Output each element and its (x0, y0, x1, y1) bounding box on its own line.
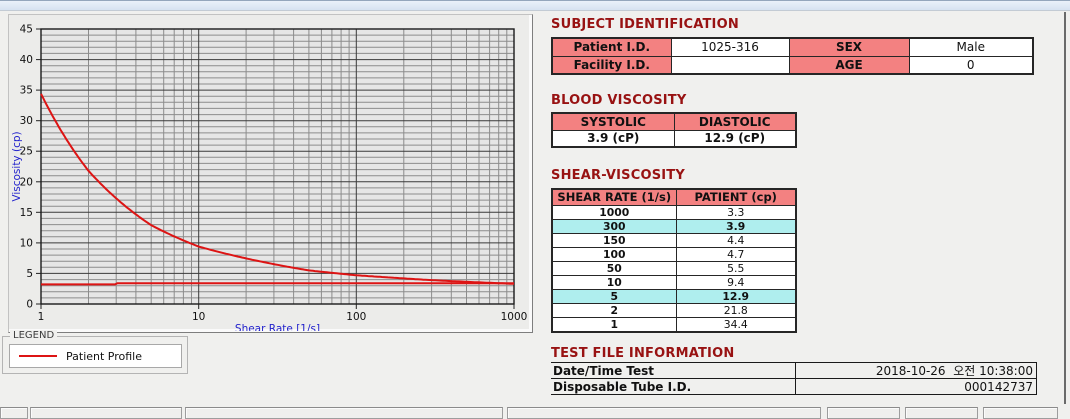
table-row: 3.9 (cP) 12.9 (cP) (552, 130, 796, 147)
patient-viscosity-cell: 34.4 (676, 317, 796, 332)
shear-table-row: 109.4 (552, 275, 796, 289)
blood-viscosity-table: SYSTOLIC DIASTOLIC 3.9 (cP) 12.9 (cP) (551, 112, 797, 148)
subject-identification-title: SUBJECT IDENTIFICATION (551, 17, 739, 32)
age-value: 0 (909, 56, 1033, 74)
status-panel (983, 407, 1058, 419)
shear-table-body: 10003.33003.91504.41004.7505.5109.4512.9… (552, 205, 796, 332)
age-label: AGE (789, 56, 909, 74)
table-row: Disposable Tube I.D. 000142737 (551, 379, 1037, 395)
legend-caption: LEGEND (10, 330, 57, 341)
shear-table-row: 221.8 (552, 303, 796, 317)
svg-text:30: 30 (20, 115, 33, 127)
date-time-test-value: 2018-10-26 오전 10:38:00 (795, 363, 1037, 378)
status-panel (507, 407, 821, 419)
shear-table-row: 505.5 (552, 261, 796, 275)
shear-table-row: 3003.9 (552, 219, 796, 233)
status-panel (30, 407, 182, 419)
svg-text:45: 45 (20, 24, 33, 36)
shear-rate-cell: 2 (552, 303, 676, 317)
patient-viscosity-cell: 4.7 (676, 247, 796, 261)
patient-viscosity-cell: 5.5 (676, 261, 796, 275)
patient-id-value: 1025-316 (671, 38, 789, 56)
patient-viscosity-cell: 9.4 (676, 275, 796, 289)
subject-identification-table: Patient I.D. 1025-316 SEX Male Facility … (551, 37, 1034, 75)
shear-rate-cell: 150 (552, 233, 676, 247)
diastolic-header: DIASTOLIC (674, 113, 796, 130)
status-panel (827, 407, 900, 419)
shear-rate-cell: 10 (552, 275, 676, 289)
legend-item: Patient Profile (9, 344, 182, 368)
systolic-header: SYSTOLIC (552, 113, 674, 130)
viscosity-chart-panel: 0510152025303540451101001000Shear Rate [… (8, 14, 533, 333)
patient-viscosity-cell: 3.3 (676, 205, 796, 219)
shear-rate-cell: 300 (552, 219, 676, 233)
facility-id-value (671, 56, 789, 74)
svg-text:15: 15 (20, 207, 33, 219)
disposable-tube-id-label: Disposable Tube I.D. (551, 380, 795, 394)
window-top-strip (0, 0, 1070, 11)
table-row: Facility I.D. AGE 0 (552, 56, 1033, 74)
sex-value: Male (909, 38, 1033, 56)
date-time-test-label: Date/Time Test (551, 364, 795, 378)
patient-viscosity-cell: 3.9 (676, 219, 796, 233)
patient-profile-line-swatch (19, 355, 57, 357)
report-window: { "colors": { "heading": "#981212", "tab… (0, 0, 1070, 415)
status-panel (0, 407, 28, 419)
systolic-value: 3.9 (cP) (552, 130, 674, 147)
status-panel (905, 407, 978, 419)
shear-table-row: 1004.7 (552, 247, 796, 261)
sex-label: SEX (789, 38, 909, 56)
patient-viscosity-cell: 4.4 (676, 233, 796, 247)
shear-table-row: 134.4 (552, 317, 796, 332)
svg-text:10: 10 (192, 311, 205, 323)
patient-viscosity-cell: 12.9 (676, 289, 796, 303)
shear-table-row: 512.9 (552, 289, 796, 303)
legend-item-label: Patient Profile (66, 350, 142, 363)
status-panel (185, 407, 503, 419)
svg-text:10: 10 (20, 237, 33, 249)
shear-viscosity-title: SHEAR-VISCOSITY (551, 168, 685, 183)
svg-text:5: 5 (26, 268, 33, 280)
patient-id-label: Patient I.D. (552, 38, 671, 56)
patient-cp-header: PATIENT (cp) (676, 189, 796, 205)
legend-groupbox: LEGEND Patient Profile (2, 336, 188, 374)
shear-rate-cell: 1000 (552, 205, 676, 219)
viscosity-chart-svg: 0510152025303540451101001000Shear Rate [… (9, 15, 532, 331)
shear-rate-cell: 50 (552, 261, 676, 275)
svg-text:0: 0 (26, 299, 33, 311)
svg-text:100: 100 (346, 311, 366, 323)
blood-viscosity-title: BLOOD VISCOSITY (551, 93, 686, 108)
shear-rate-cell: 100 (552, 247, 676, 261)
diastolic-value: 12.9 (cP) (674, 130, 796, 147)
patient-viscosity-cell: 21.8 (676, 303, 796, 317)
shear-rate-cell: 5 (552, 289, 676, 303)
svg-text:40: 40 (20, 54, 33, 66)
shear-table-row: 10003.3 (552, 205, 796, 219)
test-file-information-title: TEST FILE INFORMATION (551, 346, 734, 361)
disposable-tube-id-value: 000142737 (795, 379, 1037, 394)
test-file-information-table: Date/Time Test 2018-10-26 오전 10:38:00 Di… (551, 362, 1037, 395)
shear-rate-cell: 1 (552, 317, 676, 332)
table-row: Date/Time Test 2018-10-26 오전 10:38:00 (551, 363, 1037, 379)
svg-text:35: 35 (20, 85, 33, 97)
svg-text:1000: 1000 (501, 311, 528, 323)
table-header-row: SHEAR RATE (1/s) PATIENT (cp) (552, 189, 796, 205)
window-right-edge (1064, 12, 1066, 404)
svg-text:Viscosity (cp): Viscosity (cp) (11, 131, 23, 201)
shear-viscosity-table: SHEAR RATE (1/s) PATIENT (cp) 10003.3300… (551, 188, 797, 333)
svg-text:1: 1 (38, 311, 45, 323)
facility-id-label: Facility I.D. (552, 56, 671, 74)
shear-rate-header: SHEAR RATE (1/s) (552, 189, 676, 205)
table-row: Patient I.D. 1025-316 SEX Male (552, 38, 1033, 56)
shear-table-row: 1504.4 (552, 233, 796, 247)
svg-text:Shear Rate [1/s]: Shear Rate [1/s] (235, 323, 320, 331)
table-row: SYSTOLIC DIASTOLIC (552, 113, 796, 130)
